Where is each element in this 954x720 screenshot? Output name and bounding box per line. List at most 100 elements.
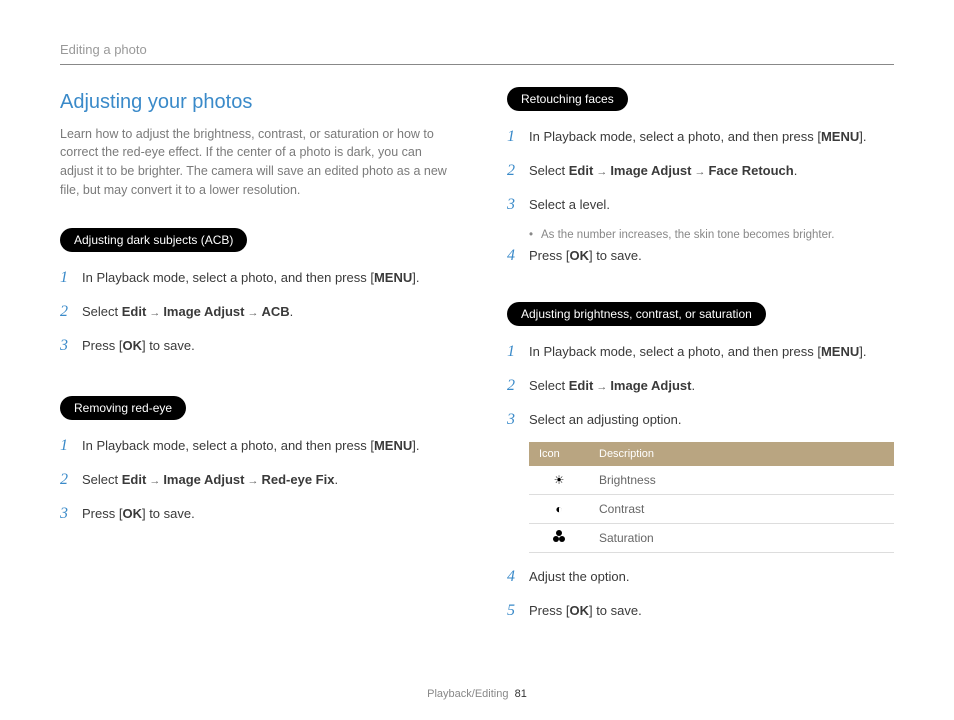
menu-label: MENU	[374, 270, 412, 285]
image-adjust-label: Image Adjust	[163, 304, 244, 319]
brightness-icon: ☀	[554, 473, 565, 487]
bcs-step-2: 2 Select Edit→Image Adjust.	[507, 374, 894, 398]
redeye-step-3: 3 Press [OK] to save.	[60, 502, 447, 526]
menu-label: MENU	[821, 129, 859, 144]
text: .	[290, 304, 294, 319]
text: In Playback mode, select a photo, and th…	[529, 129, 821, 144]
text: Select	[529, 163, 569, 178]
step-number: 3	[60, 502, 82, 526]
step-number: 2	[60, 300, 82, 324]
step-number: 3	[507, 193, 529, 217]
bcs-step-4: 4 Adjust the option.	[507, 565, 894, 589]
text: Adjust the option.	[529, 567, 894, 587]
step-number: 3	[60, 334, 82, 358]
arrow-icon: →	[596, 379, 607, 396]
step-number: 4	[507, 244, 529, 268]
edit-label: Edit	[122, 304, 147, 319]
bcs-step-5: 5 Press [OK] to save.	[507, 599, 894, 623]
edit-label: Edit	[569, 163, 594, 178]
step-number: 1	[507, 340, 529, 364]
acb-step-3: 3 Press [OK] to save.	[60, 334, 447, 358]
arrow-icon: →	[596, 164, 607, 181]
text: ].	[859, 129, 866, 144]
text: ].	[859, 344, 866, 359]
step-number: 1	[60, 266, 82, 290]
text: ].	[412, 438, 419, 453]
cell-description: Contrast	[589, 495, 894, 524]
text: .	[334, 472, 338, 487]
saturation-icon	[552, 531, 566, 545]
retouch-step-4: 4 Press [OK] to save.	[507, 244, 894, 268]
ok-icon: OK	[569, 603, 589, 618]
redeye-step-2: 2 Select Edit→Image Adjust→Red-eye Fix.	[60, 468, 447, 492]
step-number: 1	[60, 434, 82, 458]
heading-bcs: Adjusting brightness, contrast, or satur…	[507, 302, 766, 326]
text: Press [	[529, 603, 569, 618]
step-number: 1	[507, 125, 529, 149]
text: ] to save.	[589, 603, 642, 618]
edit-label: Edit	[569, 378, 594, 393]
step-number: 2	[60, 468, 82, 492]
step-number: 2	[507, 159, 529, 183]
right-column: Retouching faces 1 In Playback mode, sel…	[507, 87, 894, 634]
table-row: Saturation	[529, 524, 894, 553]
image-adjust-label: Image Adjust	[163, 472, 244, 487]
step-number: 4	[507, 565, 529, 589]
edit-label: Edit	[122, 472, 147, 487]
arrow-icon: →	[247, 305, 258, 322]
ok-icon: OK	[569, 248, 589, 263]
redeye-fix-label: Red-eye Fix	[261, 472, 334, 487]
text: Select an adjusting option.	[529, 410, 894, 430]
table-header-description: Description	[589, 442, 894, 467]
cell-description: Saturation	[589, 524, 894, 553]
retouch-step-3: 3 Select a level.	[507, 193, 894, 217]
page-footer: Playback/Editing 81	[0, 686, 954, 703]
image-adjust-label: Image Adjust	[610, 378, 691, 393]
ok-icon: OK	[122, 338, 142, 353]
text: ] to save.	[589, 248, 642, 263]
heading-redeye: Removing red-eye	[60, 396, 186, 420]
step-number: 2	[507, 374, 529, 398]
text: In Playback mode, select a photo, and th…	[529, 344, 821, 359]
intro-text: Learn how to adjust the brightness, cont…	[60, 125, 447, 200]
page-title: Adjusting your photos	[60, 87, 447, 117]
arrow-icon: →	[149, 305, 160, 322]
table-row: ☀ Brightness	[529, 466, 894, 495]
acb-label: ACB	[261, 304, 289, 319]
text: ] to save.	[142, 338, 195, 353]
icon-description-table: Icon Description ☀ Brightness ◐ Contrast…	[529, 442, 894, 554]
text: As the number increases, the skin tone b…	[541, 227, 834, 244]
contrast-icon: ◐	[555, 502, 562, 516]
cell-description: Brightness	[589, 466, 894, 495]
step-number: 5	[507, 599, 529, 623]
text: .	[794, 163, 798, 178]
arrow-icon: →	[247, 473, 258, 490]
text: Select	[82, 472, 122, 487]
acb-step-2: 2 Select Edit→Image Adjust→ACB.	[60, 300, 447, 324]
retouch-step-2: 2 Select Edit→Image Adjust→Face Retouch.	[507, 159, 894, 183]
retouch-step-3-note: •As the number increases, the skin tone …	[529, 227, 894, 244]
page-number: 81	[515, 688, 527, 700]
bcs-step-1: 1 In Playback mode, select a photo, and …	[507, 340, 894, 364]
text: In Playback mode, select a photo, and th…	[82, 438, 374, 453]
text: Select	[529, 378, 569, 393]
text: Press [	[529, 248, 569, 263]
text: Press [	[82, 506, 122, 521]
menu-label: MENU	[374, 438, 412, 453]
bcs-step-3: 3 Select an adjusting option.	[507, 408, 894, 432]
face-retouch-label: Face Retouch	[708, 163, 793, 178]
left-column: Adjusting your photos Learn how to adjus…	[60, 87, 447, 634]
table-header-icon: Icon	[529, 442, 589, 467]
image-adjust-label: Image Adjust	[610, 163, 691, 178]
footer-section: Playback/Editing	[427, 688, 508, 700]
text: ].	[412, 270, 419, 285]
breadcrumb: Editing a photo	[60, 40, 894, 65]
table-row: ◐ Contrast	[529, 495, 894, 524]
arrow-icon: →	[694, 164, 705, 181]
text: Press [	[82, 338, 122, 353]
retouch-step-1: 1 In Playback mode, select a photo, and …	[507, 125, 894, 149]
redeye-step-1: 1 In Playback mode, select a photo, and …	[60, 434, 447, 458]
step-number: 3	[507, 408, 529, 432]
arrow-icon: →	[149, 473, 160, 490]
text: Select	[82, 304, 122, 319]
